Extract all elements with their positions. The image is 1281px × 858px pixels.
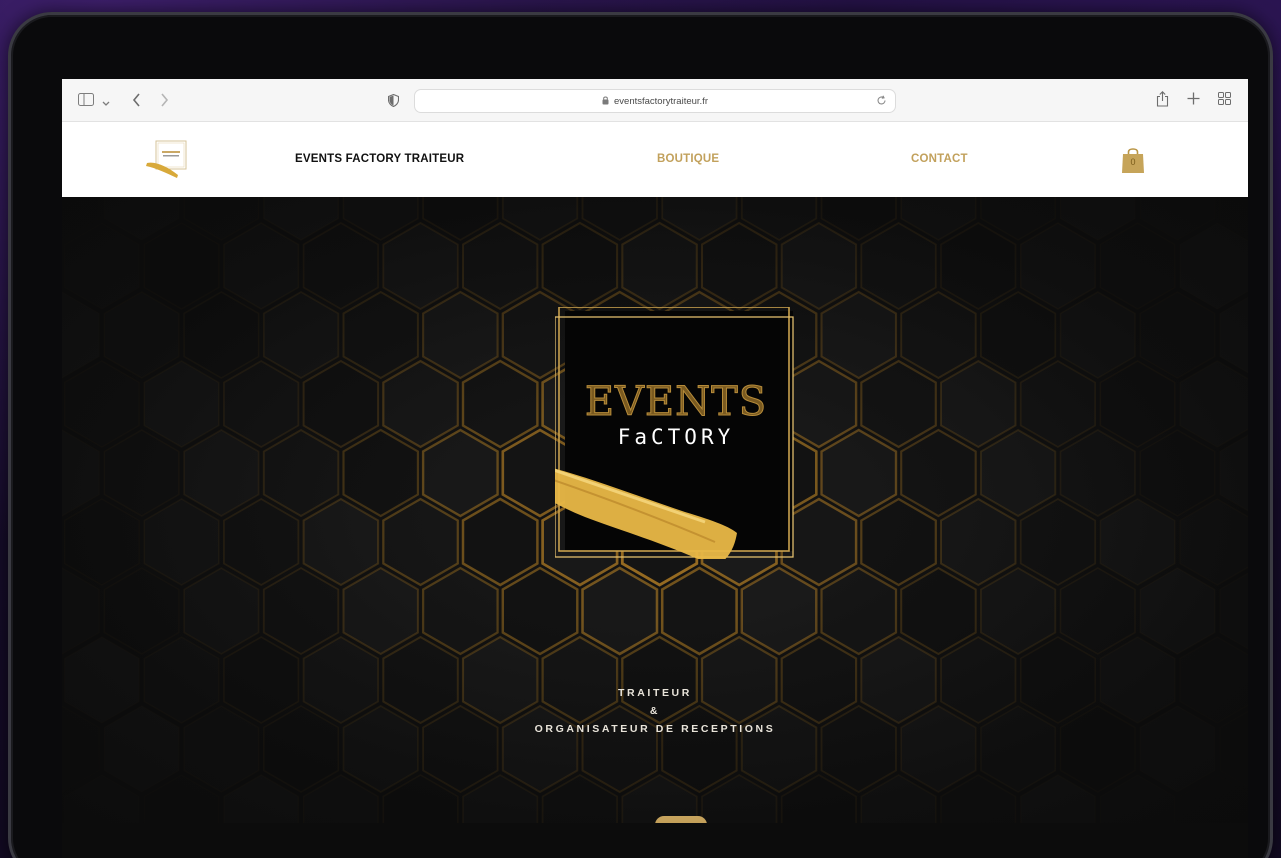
shield-icon[interactable]	[387, 93, 400, 109]
hero-section: EVENTS FaCTORY TRAITEUR & ORGANISATEUR D…	[62, 197, 1248, 823]
site-logo[interactable]	[144, 137, 198, 181]
nav-boutique-link[interactable]: BOUTIQUE	[657, 153, 719, 165]
reload-icon[interactable]	[876, 95, 887, 109]
hero-tagline-traiteur: TRAITEUR	[618, 687, 692, 699]
nav-contact-link[interactable]: CONTACT	[911, 153, 968, 165]
back-icon[interactable]	[132, 93, 141, 109]
cart-button[interactable]: 0	[1121, 146, 1145, 174]
cart-count: 0	[1130, 157, 1136, 167]
hero-logo-events: EVENTS	[584, 379, 768, 426]
hero-tagline-ampersand: &	[649, 705, 661, 717]
tab-overview-icon[interactable]	[1218, 92, 1231, 107]
sidebar-icon[interactable]	[78, 93, 94, 108]
hero-logo-factory: FaCTORY	[617, 425, 735, 449]
plus-icon[interactable]	[1187, 92, 1200, 107]
nav-brand-link[interactable]: EVENTS FACTORY TRAITEUR	[295, 153, 464, 165]
laptop-screen: eventsfactorytraiteur.fr EVENTS FACTORY …	[62, 79, 1248, 858]
share-icon[interactable]	[1156, 91, 1169, 109]
hero-tagline-organisateur: ORGANISATEUR DE RECEPTIONS	[534, 723, 776, 735]
lock-icon	[602, 96, 609, 107]
laptop-frame: eventsfactorytraiteur.fr EVENTS FACTORY …	[8, 12, 1273, 858]
forward-icon[interactable]	[160, 93, 169, 109]
browser-toolbar: eventsfactorytraiteur.fr	[62, 79, 1248, 122]
page-section-below	[62, 823, 1248, 858]
site-header: EVENTS FACTORY TRAITEUR BOUTIQUE CONTACT…	[62, 122, 1248, 197]
url-text: eventsfactorytraiteur.fr	[614, 95, 708, 107]
scroll-down-button[interactable]	[655, 816, 707, 823]
chevron-down-icon[interactable]	[102, 95, 110, 109]
address-bar[interactable]: eventsfactorytraiteur.fr	[414, 89, 896, 113]
